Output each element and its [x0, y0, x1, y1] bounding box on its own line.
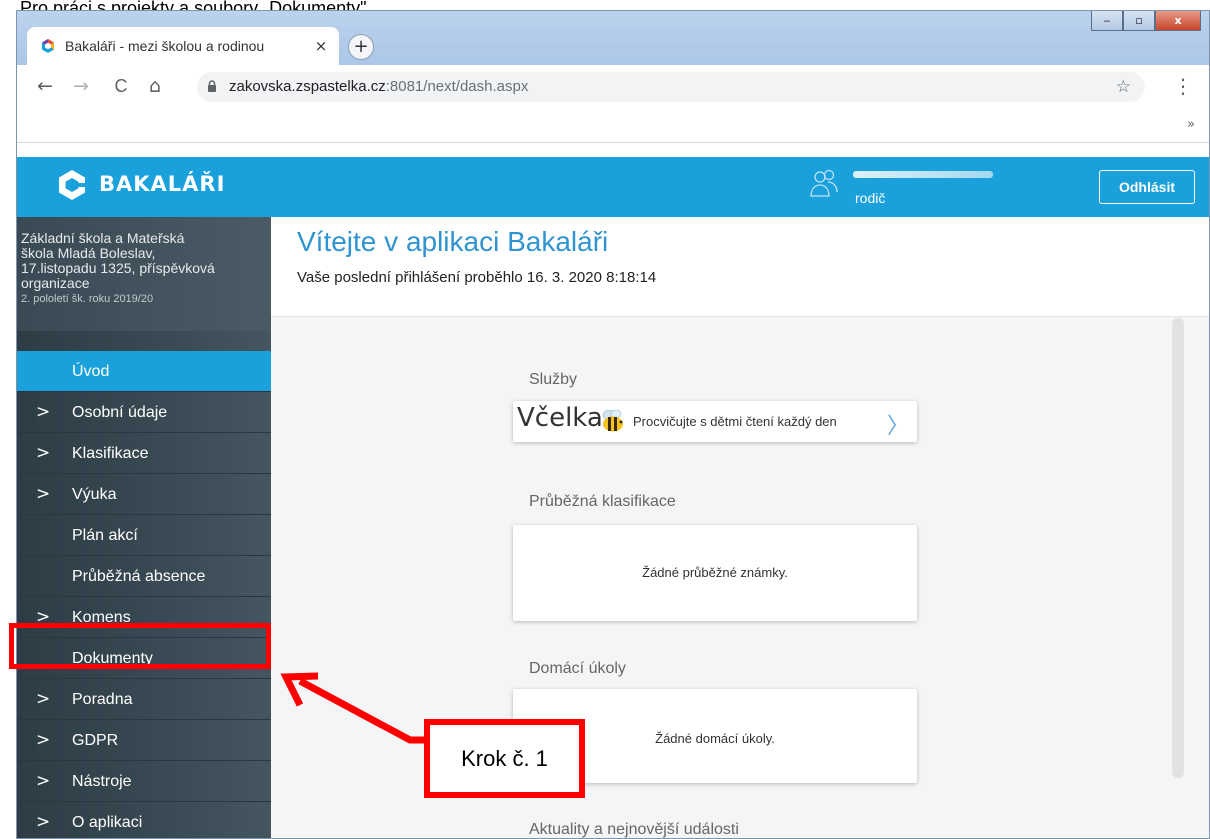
chevron-right-icon[interactable]: 〉	[887, 408, 909, 440]
screenshot-root: Pro práci s projekty a soubory „Dokument…	[0, 0, 1210, 839]
vcelka-service-card[interactable]: Včelka Procvičujte s dětmi čtení každý d…	[513, 401, 917, 442]
browser-window: ‒ ▫ x Bakaláři - mezi školou a rodinou ×…	[16, 10, 1210, 839]
sidebar-item-klasifikace[interactable]: > Klasifikace	[17, 433, 271, 474]
chevron-right-icon: >	[36, 771, 51, 791]
chevron-right-icon: >	[36, 689, 51, 709]
tab-title: Bakaláři - mezi školou a rodinou	[65, 38, 265, 54]
sidebar-item-label: Průběžná absence	[72, 568, 206, 585]
app-header: BAKALÁŘI rodič Odhlásit	[17, 157, 1209, 217]
sidebar-item-nastroje[interactable]: > Nástroje	[17, 761, 271, 802]
minimize-button[interactable]: ‒	[1091, 11, 1123, 31]
app-brand[interactable]: BAKALÁŘI	[99, 172, 225, 196]
highlight-box-dokumenty	[9, 623, 271, 669]
browser-toolbar: ← → C ⌂ zakovska.zspastelka.cz:8081/next…	[17, 65, 1209, 109]
bakalari-favicon-icon	[42, 39, 54, 53]
sidebar-item-label: Úvod	[72, 363, 110, 380]
sidebar: Základní škola a Mateřská škola Mladá Bo…	[17, 217, 271, 838]
address-bar[interactable]: zakovska.zspastelka.cz:8081/next/dash.as…	[197, 72, 1145, 102]
bee-icon	[602, 409, 623, 432]
chevron-right-icon: >	[36, 812, 51, 832]
browser-tab[interactable]: Bakaláři - mezi školou a rodinou ×	[27, 27, 339, 65]
sidebar-item-uvod[interactable]: Úvod	[17, 351, 271, 392]
bakalari-logo-icon[interactable]	[56, 169, 88, 201]
reload-icon[interactable]: C	[109, 74, 133, 98]
url-text: zakovska.zspastelka.cz:8081/next/dash.as…	[229, 72, 528, 102]
school-name-line: Základní škola a Mateřská	[21, 230, 185, 246]
close-window-button[interactable]: x	[1155, 11, 1201, 31]
maximize-button[interactable]: ▫	[1123, 11, 1155, 31]
scrollbar[interactable]	[1172, 318, 1184, 778]
bakalari-app: BAKALÁŘI rodič Odhlásit Základní škola a…	[17, 143, 1209, 838]
grades-empty-message: Žádné průběžné známky.	[642, 565, 788, 580]
browser-menu-icon[interactable]: ⋮	[1171, 74, 1195, 98]
annotation-step-label: Krok č. 1	[424, 719, 585, 798]
chevron-right-icon: >	[36, 730, 51, 750]
school-info: Základní škola a Mateřská škola Mladá Bo…	[17, 217, 271, 331]
users-icon	[810, 169, 838, 197]
url-path: :8081/next/dash.aspx	[385, 78, 529, 95]
sidebar-item-osobni-udaje[interactable]: > Osobní údaje	[17, 392, 271, 433]
sidebar-item-label: Nástroje	[72, 773, 132, 790]
title-bar: ‒ ▫ x Bakaláři - mezi školou a rodinou ×…	[17, 11, 1209, 73]
homework-section-title: Domácí úkoly	[529, 660, 626, 677]
sidebar-item-label: GDPR	[72, 732, 119, 749]
sidebar-item-label: Klasifikace	[72, 445, 149, 462]
url-host: zakovska.zspastelka.cz	[229, 78, 386, 95]
sidebar-menu: Úvod > Osobní údaje > Klasifikace > Výuka P…	[17, 351, 271, 838]
sidebar-item-o-aplikaci[interactable]: > O aplikaci	[17, 802, 271, 838]
bookmarks-more-icon[interactable]: »	[1187, 117, 1195, 132]
sidebar-item-label: Poradna	[72, 691, 133, 708]
sidebar-item-label: Plán akcí	[72, 527, 138, 544]
tab-close-icon[interactable]: ×	[309, 37, 333, 55]
school-name-line: 17.listopadu 1325, příspěvková	[21, 260, 215, 276]
welcome-panel: Vítejte v aplikaci Bakaláři Vaše posledn…	[271, 217, 1209, 317]
window-controls: ‒ ▫ x	[1091, 11, 1201, 31]
school-name-line: organizace	[21, 275, 90, 291]
last-login-text: Vaše poslední přihlášení proběhlo 16. 3.…	[297, 269, 657, 286]
redacted-user-name	[853, 171, 993, 178]
vcelka-description: Procvičujte s dětmi čtení každý den	[633, 414, 837, 429]
back-icon[interactable]: ←	[33, 74, 57, 98]
sidebar-item-gdpr[interactable]: > GDPR	[17, 720, 271, 761]
sidebar-item-poradna[interactable]: > Poradna	[17, 679, 271, 720]
home-icon[interactable]: ⌂	[143, 74, 167, 98]
bookmark-star-icon[interactable]: ☆	[1116, 72, 1131, 102]
vcelka-brand: Včelka	[517, 403, 603, 433]
main-content: Vítejte v aplikaci Bakaláři Vaše posledn…	[271, 217, 1209, 838]
school-term: 2. pololetí šk. roku 2019/20	[21, 293, 154, 305]
forward-icon[interactable]: →	[69, 74, 93, 98]
sidebar-item-plan-akci[interactable]: Plán akcí	[17, 515, 271, 556]
new-tab-button[interactable]: +	[348, 34, 374, 60]
lock-icon	[208, 80, 216, 92]
sidebar-item-label: O aplikaci	[72, 814, 143, 831]
school-name-line: škola Mladá Boleslav,	[21, 245, 156, 261]
sidebar-item-prubezna-absence[interactable]: Průběžná absence	[17, 556, 271, 597]
news-section-title: Aktuality a nejnovější události	[529, 821, 739, 838]
bookmarks-bar: »	[17, 109, 1209, 143]
sidebar-item-vyuka[interactable]: > Výuka	[17, 474, 271, 515]
logout-button[interactable]: Odhlásit	[1099, 170, 1195, 204]
chevron-right-icon: >	[36, 443, 51, 463]
user-role: rodič	[855, 190, 886, 206]
chevron-right-icon: >	[36, 484, 51, 504]
sidebar-item-label: Výuka	[72, 486, 117, 503]
grades-section-title: Průběžná klasifikace	[529, 493, 676, 510]
chevron-right-icon: >	[36, 402, 51, 422]
page-title: Vítejte v aplikaci Bakaláři	[297, 226, 609, 257]
sidebar-item-label: Osobní údaje	[72, 404, 168, 421]
services-section-title: Služby	[529, 371, 578, 388]
grades-card: Žádné průběžné známky.	[513, 525, 917, 621]
